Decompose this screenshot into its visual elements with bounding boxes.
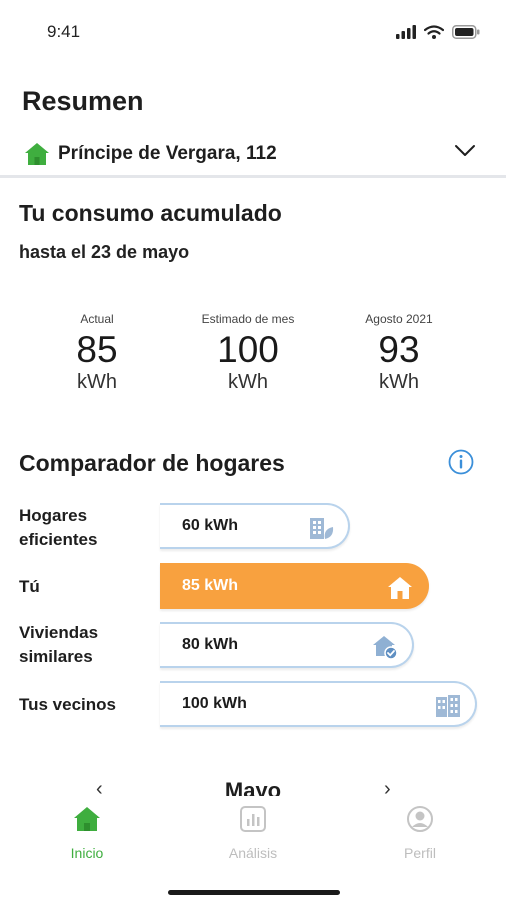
consumption-title: Tu consumo acumulado [19,200,282,226]
month-label: Mayo [224,778,282,796]
month-next-button[interactable]: › [384,778,391,796]
status-time: 9:41 [47,22,81,41]
comparator-title: Comparador de hogares [19,450,285,476]
building-icon [436,695,460,717]
stat-estimated: Estimado de mes 100 kWh [178,312,318,394]
comparator-bar[interactable]: 85 kWh [160,563,429,609]
home-indicator [168,890,340,895]
stat-actual: Actual 85 kWh [27,312,167,394]
comparator-label: Tú [19,577,40,596]
tab-bar: Inicio Análisis Perfil [0,796,506,900]
efficient-building-icon [310,518,334,539]
comparator-value: 60 kWh [182,517,239,534]
home-icon [25,143,49,165]
month-navigator: ‹ Mayo › [0,776,506,796]
divider [0,175,506,178]
tab-label: Inicio [70,845,104,861]
page-title: Resumen [22,86,144,116]
info-icon[interactable] [448,449,474,475]
stat-value: 100 [217,329,279,370]
comparator-value: 100 kWh [182,695,247,712]
home-icon [74,807,100,831]
stat-label: Estimado de mes [201,312,295,326]
comparator-value: 85 kWh [182,577,239,594]
stat-unit: kWh [379,371,419,393]
comparator-label: Tus vecinos [19,695,116,714]
stat-label: Agosto 2021 [365,312,433,326]
comparator-bar[interactable]: 100 kWh [160,681,477,727]
signal-icon [396,25,416,39]
tab-perfil[interactable]: Perfil [365,804,475,861]
comparator-label: Viviendas similares [19,623,99,666]
home-check-icon [373,636,398,660]
tab-label: Análisis [228,845,278,861]
user-icon [407,806,433,832]
address-text: Príncipe de Vergara, 112 [58,143,277,164]
status-icons [396,24,480,40]
home-icon [388,577,412,599]
chevron-down-icon[interactable] [454,144,476,158]
status-bar: 9:41 [0,0,506,64]
address-selector[interactable]: Príncipe de Vergara, 112 [24,140,480,168]
stat-previous: Agosto 2021 93 kWh [329,312,469,394]
stat-unit: kWh [228,371,268,393]
comparator-bar[interactable]: 60 kWh [160,503,350,549]
comparator-value: 80 kWh [182,636,239,653]
stat-value: 85 [76,329,118,370]
comparator-bar[interactable]: 80 kWh [160,622,414,668]
wifi-icon [424,25,444,39]
stat-value: 93 [378,329,420,370]
tab-inicio[interactable]: Inicio [32,804,142,861]
stat-unit: kWh [77,371,117,393]
tab-label: Perfil [404,845,436,861]
comparator-label: Hogares eficientes [19,506,98,549]
stat-label: Actual [80,312,114,326]
chart-icon [240,806,266,832]
battery-icon [452,25,480,39]
consumption-subtitle: hasta el 23 de mayo [19,242,190,262]
tab-analisis[interactable]: Análisis [198,804,308,861]
